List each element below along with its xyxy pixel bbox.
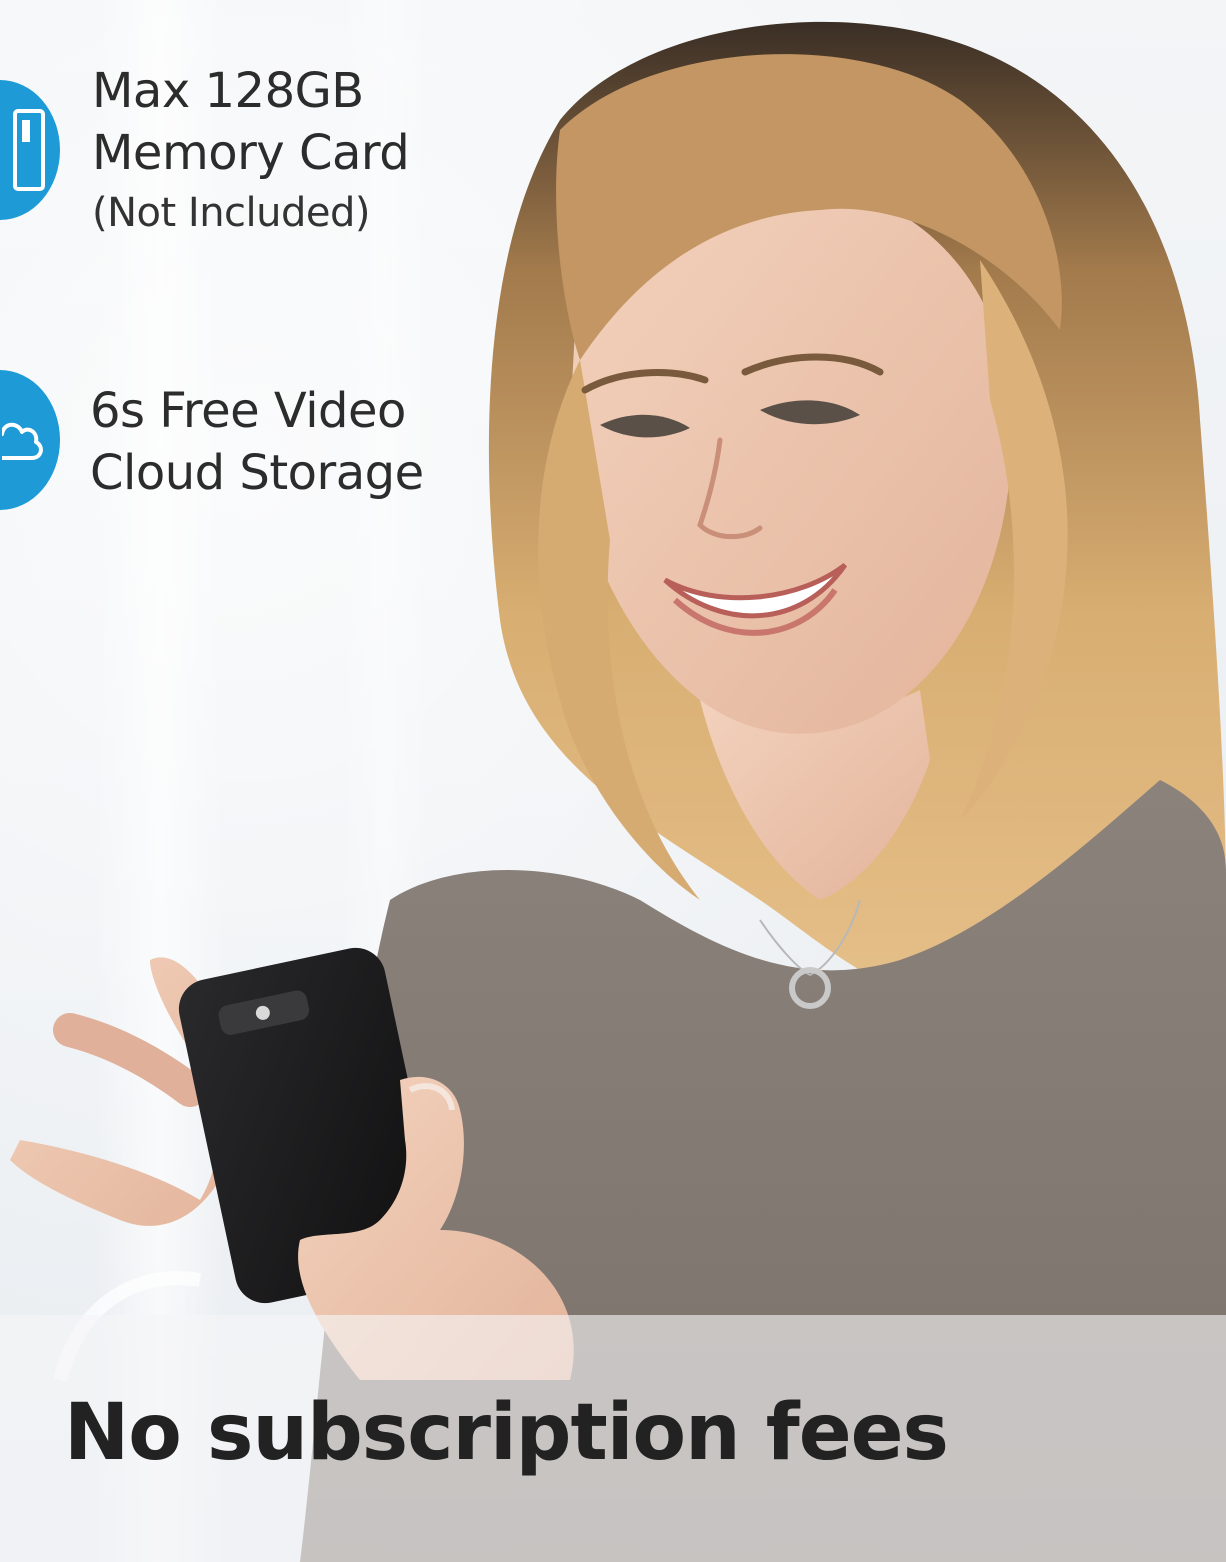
- feature-line: Cloud Storage: [90, 445, 424, 501]
- feature-line: Memory Card: [92, 125, 410, 181]
- feature-note: (Not Included): [92, 190, 371, 236]
- feature-text: Max 128GB Memory Card (Not Included): [92, 60, 410, 242]
- banner-headline: No subscription fees: [64, 1388, 949, 1478]
- feature-text: 6s Free Video Cloud Storage: [90, 380, 424, 504]
- ad-canvas: Max 128GB Memory Card (Not Included) 6s …: [0, 0, 1226, 1562]
- feature-line: 6s Free Video: [90, 383, 406, 439]
- feature-line: Max 128GB: [92, 63, 364, 119]
